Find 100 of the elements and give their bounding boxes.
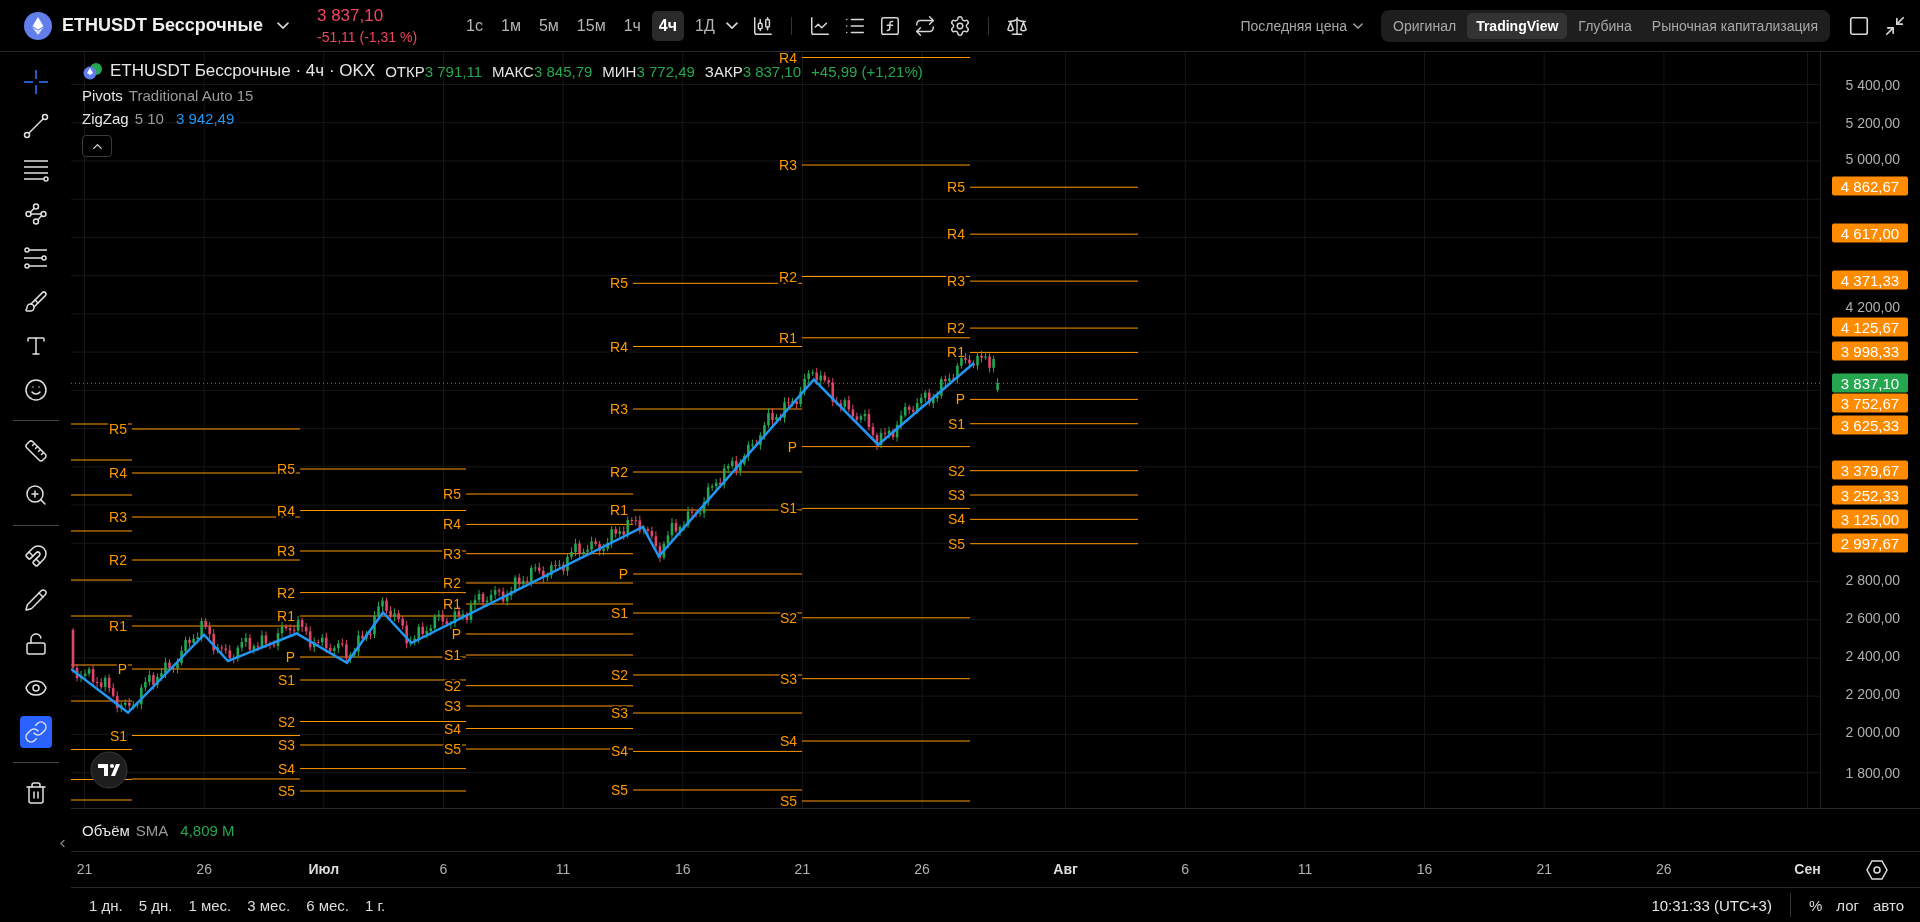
link-toggle[interactable] — [19, 716, 52, 748]
interval-tab[interactable]: 1с — [459, 10, 490, 41]
price-tick: 2 800,00 — [1845, 572, 1900, 588]
pivot-label: S3 — [779, 670, 797, 687]
scale-option[interactable]: авто — [1872, 896, 1904, 914]
view-tab[interactable]: Глубина — [1569, 12, 1641, 39]
square-icon[interactable] — [1848, 14, 1870, 37]
indicator-params: Traditional Auto 15 — [128, 87, 254, 104]
symbol-dropdown-button[interactable] — [277, 21, 289, 30]
indicators-icon[interactable] — [808, 14, 831, 37]
interval-tab[interactable]: 5м — [531, 10, 566, 41]
pivot-label: S4 — [610, 743, 628, 760]
price-badge: 3 625,33 — [1832, 415, 1908, 435]
function-icon[interactable] — [878, 14, 901, 37]
unlocked-icon — [23, 632, 48, 656]
pivot-line — [71, 700, 133, 702]
pivot-label: S2 — [277, 713, 295, 730]
view-tab[interactable]: Рыночная капитализация — [1642, 12, 1827, 39]
time-tick: 11 — [555, 861, 571, 877]
interval-tab[interactable]: 1ч — [616, 10, 648, 41]
ohlc-label: МАКС — [492, 62, 534, 80]
pivot-label: S1 — [779, 500, 797, 517]
pivot-label: R1 — [277, 608, 295, 624]
pivot-label: R3 — [443, 545, 461, 562]
pivot-label: P — [451, 626, 461, 642]
pivot-line — [71, 579, 133, 581]
collapse-legend-button[interactable] — [82, 135, 112, 157]
price-badge: 4 862,67 — [1832, 176, 1908, 196]
price-badge: 3 379,67 — [1832, 460, 1908, 480]
pivot-label: S3 — [947, 487, 965, 504]
range-button[interactable]: 6 мес. — [301, 896, 354, 914]
view-tab[interactable]: Оригинал — [1384, 12, 1466, 39]
range-button[interactable]: 1 г. — [359, 896, 391, 914]
scale-option[interactable]: лог — [1836, 896, 1859, 914]
intervals-dropdown-button[interactable] — [725, 21, 738, 30]
repeat-icon[interactable] — [913, 14, 936, 37]
time-tick: 11 — [1297, 861, 1313, 877]
pivot-label: P — [955, 391, 965, 408]
pivot-label: S3 — [443, 698, 461, 714]
range-button[interactable]: 3 мес. — [242, 896, 296, 914]
trash-icon — [23, 781, 48, 805]
brush-icon — [23, 290, 48, 314]
indicator-name: ZigZag — [82, 110, 129, 127]
pivot-label: S4 — [277, 760, 295, 777]
magnet-icon — [23, 544, 48, 568]
pivot-label: S2 — [947, 462, 965, 479]
time-tick: 21 — [1536, 861, 1552, 877]
pivot-line — [71, 749, 133, 750]
pivot-label: R1 — [610, 502, 628, 518]
pivot-label: S5 — [610, 782, 628, 798]
range-button[interactable]: 1 мес. — [183, 896, 237, 914]
time-tick: 26 — [1656, 861, 1672, 877]
scale-option[interactable]: % — [1808, 896, 1823, 914]
indicator-value: 3 942,49 — [175, 110, 235, 127]
time-tick: 21 — [76, 861, 93, 877]
pivot-label: R4 — [443, 516, 461, 533]
crosshair-icon — [22, 69, 49, 95]
coin-icon — [82, 62, 104, 80]
pivot-label: R3 — [277, 543, 295, 559]
range-button[interactable]: 5 дн. — [133, 896, 178, 914]
pivot-label: S5 — [443, 741, 461, 757]
view-tab[interactable]: TradingView — [1467, 12, 1568, 39]
settings-icon[interactable] — [1866, 858, 1888, 881]
pivot-label: R1 — [947, 344, 965, 361]
pivot-line — [71, 615, 133, 617]
price-tick: 1 800,00 — [1845, 765, 1900, 781]
pivot-label: S4 — [443, 720, 461, 737]
pivot-line — [71, 664, 133, 666]
horizontal-lines-icon — [22, 157, 49, 183]
bars-with-dots-icon — [22, 245, 49, 271]
pivot-label: S2 — [443, 677, 461, 694]
scale-icon[interactable] — [1005, 14, 1028, 37]
price-badge: 4 125,67 — [1832, 317, 1908, 337]
pivot-label: S1 — [109, 727, 127, 744]
price-badge: 3 998,33 — [1832, 341, 1908, 361]
interval-tab[interactable]: 1м — [494, 10, 528, 41]
price-badge: 4 371,33 — [1832, 270, 1908, 290]
price-badge: 2 997,67 — [1832, 533, 1908, 552]
price-tick: 5 000,00 — [1845, 151, 1900, 167]
pivot-label: R5 — [443, 486, 461, 502]
ohlc-value: 3 772,49 — [636, 62, 695, 80]
pivot-line — [71, 494, 133, 496]
pencil-icon — [23, 588, 48, 612]
interval-tab[interactable]: 15м — [569, 10, 613, 41]
time-tick: 26 — [196, 861, 212, 877]
ohlc-label: ОТКР — [385, 62, 425, 80]
pivot-label: R2 — [277, 584, 295, 601]
pivot-label: P — [117, 661, 127, 677]
interval-tab[interactable]: 4ч — [651, 10, 685, 41]
last-price: 3 837,10 — [317, 6, 385, 26]
minimize-icon[interactable] — [1884, 14, 1906, 37]
pivot-label: P — [285, 649, 295, 665]
settings-icon[interactable] — [948, 14, 971, 37]
interval-tab[interactable]: 1Д — [688, 10, 722, 41]
range-button[interactable]: 1 дн. — [84, 896, 128, 914]
pivot-label: S1 — [443, 647, 461, 663]
pivot-label: S4 — [947, 511, 965, 528]
candles-icon[interactable] — [751, 14, 774, 37]
time-tick: 16 — [674, 861, 691, 877]
price-source-dropdown[interactable]: Последняя цена — [1234, 16, 1369, 35]
